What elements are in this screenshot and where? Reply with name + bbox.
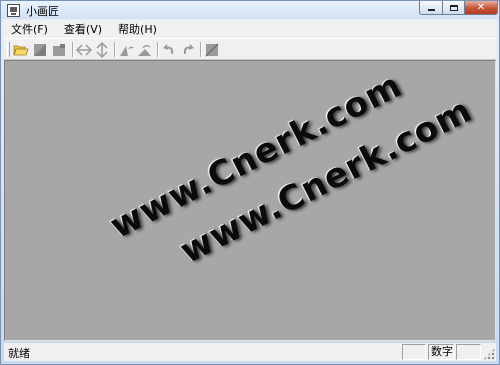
rotate-right-button[interactable]	[137, 42, 153, 58]
app-icon	[7, 4, 20, 17]
title-bar[interactable]: 小画匠 ✕	[1, 1, 499, 19]
menu-view[interactable]: 查看(V)	[56, 21, 110, 37]
window-title: 小画匠	[26, 5, 59, 18]
status-text: 就绪	[8, 347, 30, 360]
toolbar-grip[interactable]	[7, 42, 10, 57]
minimize-button[interactable]	[419, 1, 443, 15]
flip-vertical-icon	[96, 42, 108, 58]
rotate-left-icon	[120, 46, 134, 56]
menu-bar: 文件(F) 查看(V) 帮助(H)	[4, 20, 496, 38]
toolbar-separator	[200, 42, 202, 57]
toolbar	[4, 38, 496, 60]
save-icon	[34, 44, 46, 56]
flip-horizontal-button[interactable]	[76, 42, 92, 58]
flip-horizontal-icon	[76, 44, 92, 56]
maximize-button[interactable]	[442, 1, 465, 15]
maximize-icon	[449, 4, 458, 11]
toolbar-separator	[72, 42, 74, 57]
rotate-left-button[interactable]	[118, 42, 134, 58]
undo-button[interactable]	[161, 42, 177, 58]
minimize-icon	[427, 9, 435, 11]
status-bar: 就绪 数字	[4, 343, 496, 361]
resize-grip-icon[interactable]	[483, 348, 495, 360]
save-button[interactable]	[32, 42, 48, 58]
save-as-icon	[53, 44, 65, 56]
flip-vertical-button[interactable]	[94, 42, 110, 58]
status-pane-num: 数字	[428, 344, 454, 360]
crop-button[interactable]	[204, 42, 220, 58]
toolbar-separator	[157, 42, 159, 57]
undo-icon	[163, 44, 174, 55]
rotate-right-icon	[138, 45, 151, 56]
toolbar-separator	[114, 42, 116, 57]
close-button[interactable]: ✕	[464, 1, 498, 15]
crop-icon	[205, 43, 219, 57]
redo-icon	[183, 44, 194, 55]
status-pane	[456, 344, 481, 360]
close-icon: ✕	[476, 2, 486, 13]
menu-file[interactable]: 文件(F)	[4, 21, 56, 37]
menu-help[interactable]: 帮助(H)	[110, 21, 165, 37]
drawing-canvas[interactable]: www.Cnerk.com www.Cnerk.com	[4, 60, 496, 341]
redo-button[interactable]	[180, 42, 196, 58]
save-as-button[interactable]	[51, 42, 67, 58]
status-pane	[402, 344, 426, 360]
open-button[interactable]	[13, 42, 29, 58]
app-window: 小画匠 ✕ 文件(F) 查看(V) 帮助(H) www.Cnerk.com ww…	[0, 0, 500, 365]
open-icon	[13, 45, 29, 56]
